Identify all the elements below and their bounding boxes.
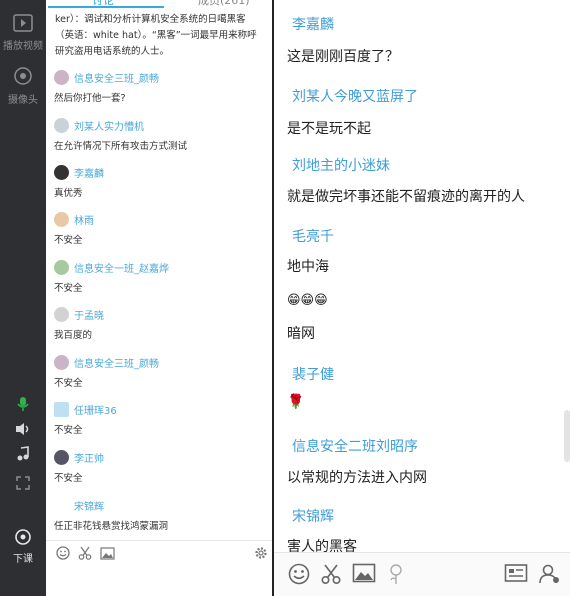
music-icon	[0, 446, 46, 465]
avatar[interactable]	[54, 449, 69, 465]
username[interactable]: 信息安全三班_颜畅	[74, 355, 159, 370]
username[interactable]: 信息安全三班_颜畅	[74, 70, 159, 85]
microphone-icon	[0, 396, 46, 415]
camera-button[interactable]: 摄像头	[0, 66, 46, 106]
input-toolbar	[274, 552, 570, 596]
image-icon[interactable]	[100, 545, 115, 564]
message-text: 不安全	[54, 283, 83, 294]
message-header: 林雨	[54, 210, 94, 228]
message-text: 我百度的	[54, 330, 93, 341]
chat-panel-enlarged: 李嘉麟 这是刚刚百度了？ 刘某人今晚又蓝屏了 是不是玩不起 刘地主的小迷妹 就是…	[274, 0, 570, 596]
username[interactable]: 信息安全一班_赵嘉烨	[74, 260, 169, 275]
message-text: 真优秀	[54, 188, 83, 199]
message-text: 不安全	[54, 378, 83, 389]
message-text: ker）：调试和分析计算机安全系统的日噶黑客 （英语：white hat）。“黑…	[55, 12, 269, 60]
message-header: 信息安全一班_赵嘉烨	[54, 258, 169, 276]
emoji-icon[interactable]	[288, 563, 310, 589]
fullscreen-icon	[0, 476, 46, 493]
message-text: 这是刚刚百度了？	[287, 49, 399, 65]
tab-members[interactable]: 成员(261)	[198, 0, 250, 8]
camera-label: 摄像头	[8, 95, 38, 106]
settings-gear-icon[interactable]	[254, 545, 268, 564]
speaker-icon	[0, 421, 46, 440]
message-text: 在允许情况下所有攻击方式测试	[54, 141, 188, 152]
message-header: 宋锦辉	[54, 496, 104, 514]
avatar[interactable]	[54, 306, 69, 322]
avatar[interactable]	[54, 497, 69, 513]
scissors-icon[interactable]	[320, 563, 342, 589]
message-header: 刘某人实力懵机	[54, 116, 144, 134]
user-icon[interactable]	[538, 563, 560, 589]
input-toolbar	[46, 540, 272, 565]
camera-icon	[0, 66, 46, 89]
play-video-button[interactable]: 播放视频	[0, 14, 46, 52]
emoji-message: 😁😁😁	[287, 293, 328, 308]
message-header: 信息安全三班_颜畅	[54, 68, 159, 86]
message-text: 不安全	[54, 473, 83, 484]
message-header: 李正帅	[54, 448, 104, 466]
message-header: 李嘉麟	[54, 163, 104, 181]
message-header: 信息安全三班_颜畅	[54, 353, 159, 371]
username[interactable]: 刘某人实力懵机	[74, 118, 144, 133]
username[interactable]: 刘某人今晚又蓝屏了	[292, 86, 418, 106]
avatar[interactable]	[54, 211, 69, 227]
play-video-label: 播放视频	[3, 41, 43, 52]
message-text: 是不是玩不起	[287, 121, 371, 137]
discussion-panel: 讨论 成员(261) ker）：调试和分析计算机安全系统的日噶黑客 （英语：wh…	[46, 0, 272, 596]
avatar[interactable]	[54, 117, 69, 133]
power-icon	[0, 527, 46, 548]
message-text: 不安全	[54, 425, 83, 436]
end-class-label: 下课	[13, 554, 33, 565]
username[interactable]: 李嘉麟	[74, 165, 104, 180]
active-tab-indicator	[48, 6, 164, 8]
card-icon[interactable]	[504, 563, 528, 587]
message-line: ker）：调试和分析计算机安全系统的日噶黑客	[55, 14, 246, 25]
username[interactable]: 裴子健	[292, 364, 334, 384]
avatar[interactable]	[54, 401, 69, 417]
flower-icon[interactable]	[386, 563, 406, 589]
scrollbar[interactable]	[564, 410, 570, 462]
panel-tabs: 讨论 成员(261)	[46, 0, 272, 12]
scissors-icon[interactable]	[78, 545, 92, 564]
avatar[interactable]	[54, 69, 69, 85]
avatar[interactable]	[54, 259, 69, 275]
message-text: 以常规的方法进入内网	[287, 470, 427, 486]
message-line: 研究盗用电话系统的人士。	[55, 46, 170, 57]
avatar[interactable]	[54, 354, 69, 370]
username[interactable]: 任珊珲36	[74, 402, 117, 417]
microphone-button[interactable]	[0, 396, 46, 415]
message-line: （英语：white hat）。“黑客”一词最早用来称呼	[55, 30, 257, 41]
image-icon[interactable]	[352, 563, 376, 587]
play-video-icon	[0, 14, 46, 35]
message-header: 任珊珲36	[54, 400, 117, 418]
message-text: 任正非花钱悬赏找鸿蒙漏洞	[54, 521, 169, 532]
avatar[interactable]	[54, 164, 69, 180]
flower-message: 🌹	[287, 394, 305, 410]
emoji-icon[interactable]	[56, 545, 70, 564]
message-header: 于孟晓	[54, 305, 104, 323]
message-text: 然后你打他一套?	[54, 93, 126, 104]
username[interactable]: 李嘉麟	[292, 14, 334, 34]
speaker-button[interactable]	[0, 421, 46, 440]
music-button[interactable]	[0, 446, 46, 465]
username[interactable]: 宋锦辉	[74, 498, 104, 513]
username[interactable]: 宋锦辉	[292, 506, 334, 526]
username[interactable]: 林雨	[74, 212, 94, 227]
username[interactable]: 刘地主的小迷妹	[292, 155, 390, 175]
end-class-button[interactable]: 下课	[0, 527, 46, 565]
username[interactable]: 于孟晓	[74, 307, 104, 322]
message-text: 地中海	[287, 259, 329, 275]
username[interactable]: 李正帅	[74, 450, 104, 465]
message-text: 就是做完坏事还能不留痕迹的离开的人	[287, 189, 525, 205]
username[interactable]: 毛亮千	[292, 226, 334, 246]
username[interactable]: 信息安全二班刘昭序	[292, 436, 418, 456]
message-text: 不安全	[54, 235, 83, 246]
fullscreen-button[interactable]	[0, 476, 46, 493]
message-text: 暗网	[287, 326, 315, 342]
left-sidebar: 播放视频 摄像头 下课	[0, 0, 46, 596]
